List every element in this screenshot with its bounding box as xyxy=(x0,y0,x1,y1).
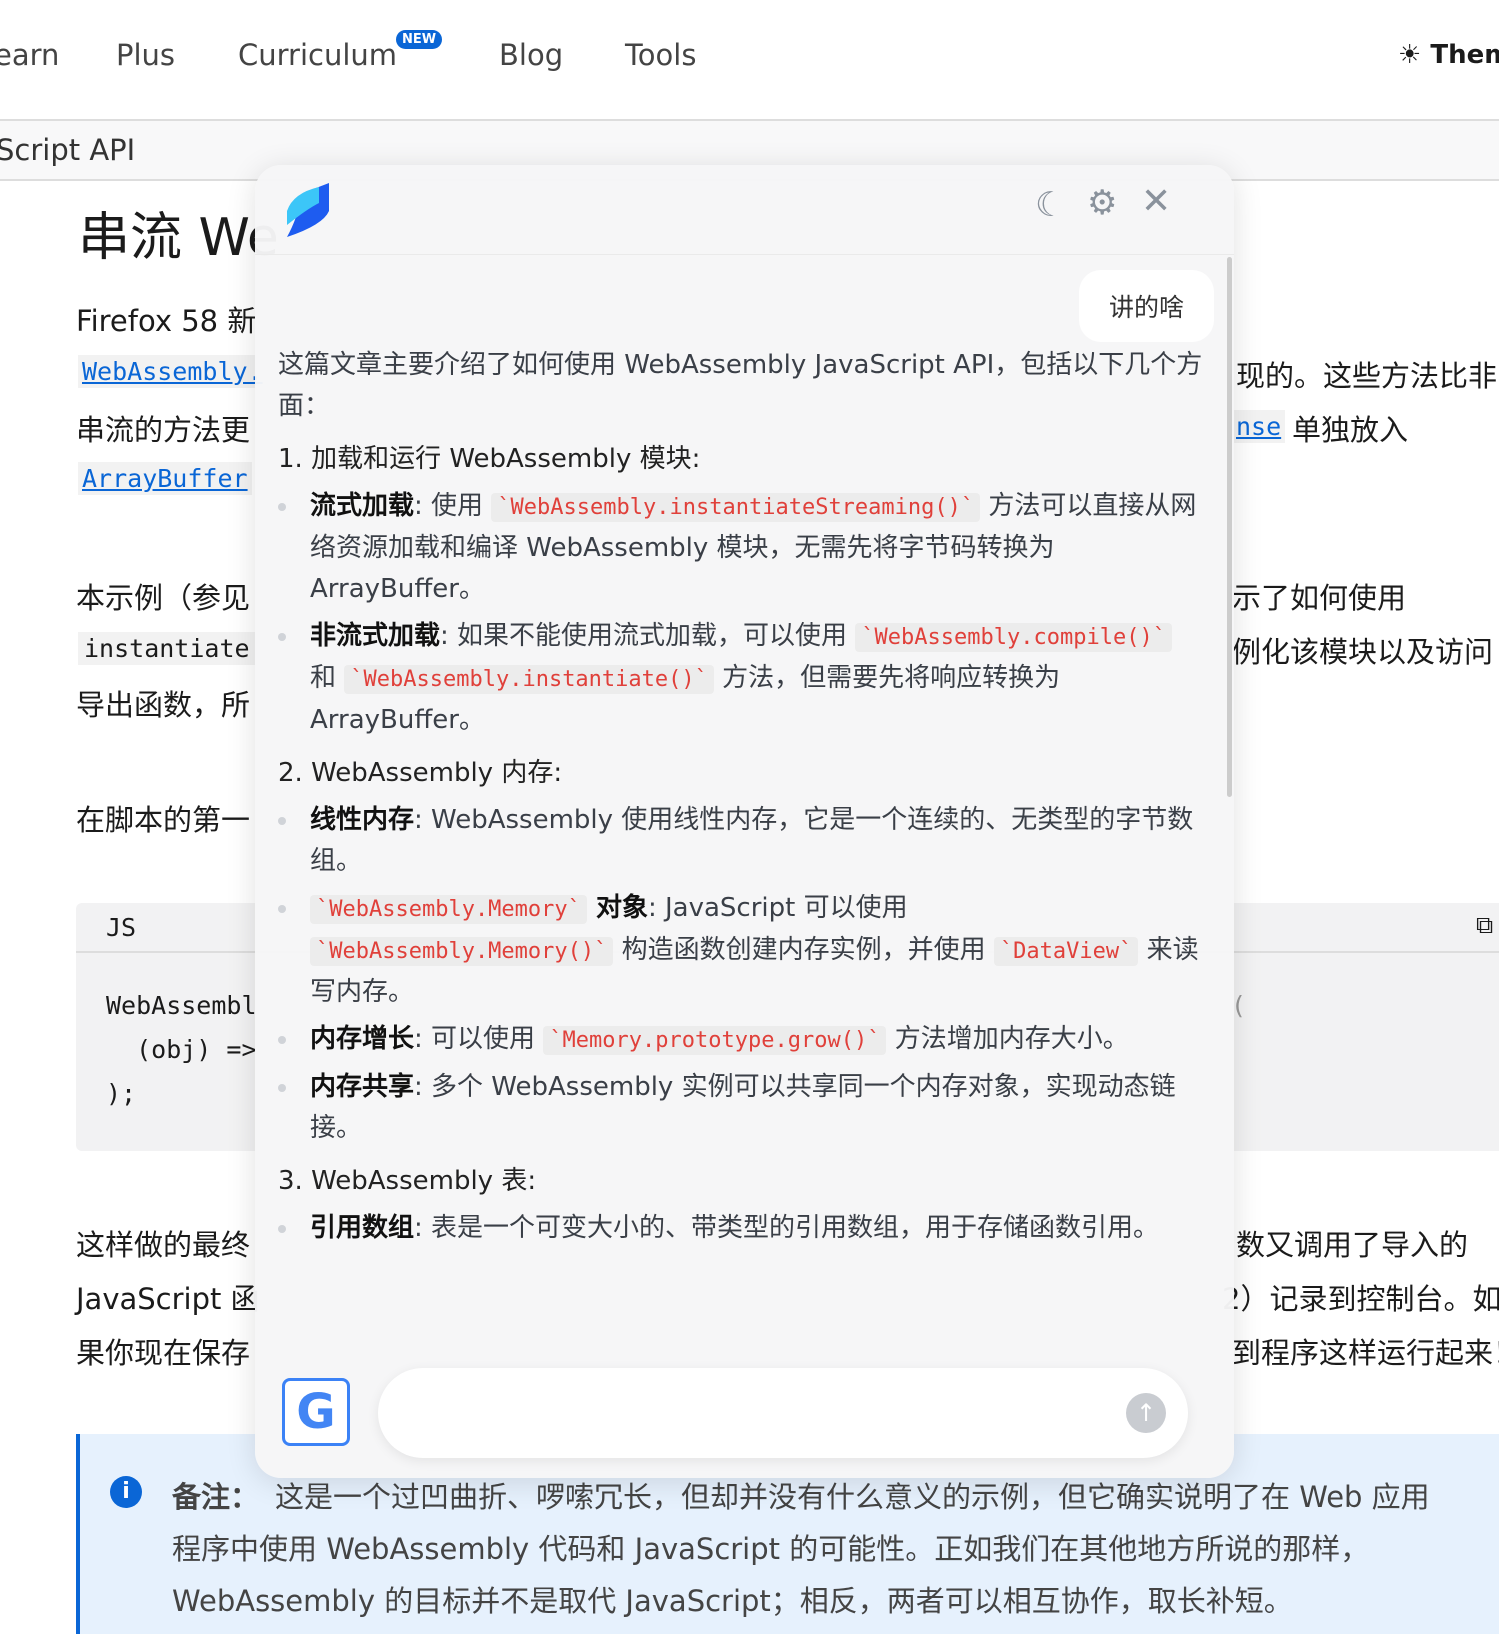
nav-curriculum[interactable]: Curriculum xyxy=(238,38,397,72)
arraybuffer-link[interactable]: ArrayBuffer xyxy=(78,462,252,495)
section-heading: 3. WebAssembly 表: xyxy=(278,1166,537,1196)
note-text: 程序中使用 WebAssembly 代码和 JavaScript 的可能性。正如… xyxy=(172,1532,1370,1566)
ai-assistant-panel: ☾ ⚙ ✕ 讲的啥 这篇文章主要介绍了如何使用 WebAssembly Java… xyxy=(255,165,1234,1478)
panel-header: ☾ ⚙ ✕ xyxy=(255,165,1234,255)
close-icon[interactable]: ✕ xyxy=(1141,181,1171,222)
paragraph-text: Firefox 58 新 xyxy=(76,304,257,338)
scrollbar[interactable] xyxy=(1227,257,1232,797)
send-arrow-icon[interactable]: ↑ xyxy=(1126,1393,1166,1433)
google-icon: G xyxy=(296,1384,336,1440)
paragraph-text: 示了如何使用 xyxy=(1232,581,1407,615)
dark-mode-icon[interactable]: ☾ xyxy=(1035,185,1065,225)
list-item: 非流式加载: 如果不能使用流式加载，可以使用 `WebAssembly.comp… xyxy=(278,616,1204,741)
user-message: 讲的啥 xyxy=(1078,270,1214,342)
new-badge: NEW xyxy=(396,30,443,49)
settings-icon[interactable]: ⚙ xyxy=(1087,183,1117,223)
response-link[interactable]: nse xyxy=(1232,410,1286,443)
page-title: 串流 We xyxy=(78,208,279,268)
section-heading: 1. 加载和运行 WebAssembly 模块: xyxy=(278,444,701,474)
code-line: WebAssembl xyxy=(106,991,257,1020)
app-logo-icon xyxy=(287,183,329,237)
paragraph-text: 单独放入 xyxy=(1292,413,1409,447)
theme-label: Them xyxy=(1430,40,1499,70)
sun-icon: ☀ xyxy=(1398,40,1422,70)
assistant-response: 这篇文章主要介绍了如何使用 WebAssembly JavaScript API… xyxy=(278,345,1204,1249)
paragraph-text: 到程序这样运行起来！ xyxy=(1232,1336,1499,1370)
nav-blog[interactable]: Blog xyxy=(499,38,563,72)
inline-code: instantiate xyxy=(78,632,256,665)
copy-icon[interactable]: ⧉ xyxy=(1476,911,1493,939)
paragraph-text: 现的。这些方法比非 xyxy=(1236,359,1498,393)
response-intro: 这篇文章主要介绍了如何使用 WebAssembly JavaScript API… xyxy=(278,350,1203,421)
paragraph-text: 导出函数，所 xyxy=(76,688,251,722)
chat-input[interactable]: ↑ xyxy=(378,1368,1188,1458)
paragraph-text: 果你现在保存 xyxy=(76,1336,251,1370)
nav-plus[interactable]: Plus xyxy=(116,38,175,72)
list-item: 引用数组: 表是一个可变大小的、带类型的引用数组，用于存储函数引用。 xyxy=(278,1208,1204,1249)
list-item: 内存增长: 可以使用 `Memory.prototype.grow()` 方法增… xyxy=(278,1019,1204,1061)
google-search-button[interactable]: G xyxy=(282,1378,350,1446)
section-heading: 2. WebAssembly 内存: xyxy=(278,758,563,788)
paragraph-text: 串流的方法更 xyxy=(76,413,251,447)
paragraph-text: 2）记录到控制台。如 xyxy=(1222,1282,1499,1316)
webassembly-link[interactable]: WebAssembly. xyxy=(78,355,267,388)
paragraph-text: 本示例（参见 xyxy=(76,581,251,615)
nav-learn[interactable]: earn xyxy=(0,38,59,72)
breadcrumb[interactable]: Script API xyxy=(0,133,135,167)
list-item: `WebAssembly.Memory` 对象: JavaScript 可以使用… xyxy=(278,888,1204,1013)
theme-button[interactable]: ☀ Them xyxy=(1398,40,1499,70)
code-language: JS xyxy=(106,913,137,942)
note-label: 备注： xyxy=(172,1480,260,1514)
code-line: ); xyxy=(106,1079,137,1108)
note-text: 这是一个过凹曲折、啰嗦冗长，但却并没有什么意义的示例，但它确实说明了在 Web … xyxy=(275,1480,1430,1514)
paragraph-text: 在脚本的第一 xyxy=(76,803,251,837)
paragraph-text: 数又调用了导入的 xyxy=(1236,1228,1469,1262)
paragraph-text: JavaScript 函 xyxy=(76,1282,260,1316)
paragraph-text: 例化该模块以及访问 xyxy=(1232,635,1494,669)
list-item: 流式加载: 使用 `WebAssembly.instantiateStreami… xyxy=(278,486,1204,610)
paragraph-text: 这样做的最终 xyxy=(76,1228,251,1262)
info-icon: i xyxy=(110,1476,142,1508)
list-item: 线性内存: WebAssembly 使用线性内存，它是一个连续的、无类型的字节数… xyxy=(278,800,1204,882)
nav-tools[interactable]: Tools xyxy=(625,38,696,72)
code-line: (obj) => xyxy=(106,1035,257,1064)
list-item: 内存共享: 多个 WebAssembly 实例可以共享同一个内存对象，实现动态链… xyxy=(278,1067,1204,1149)
